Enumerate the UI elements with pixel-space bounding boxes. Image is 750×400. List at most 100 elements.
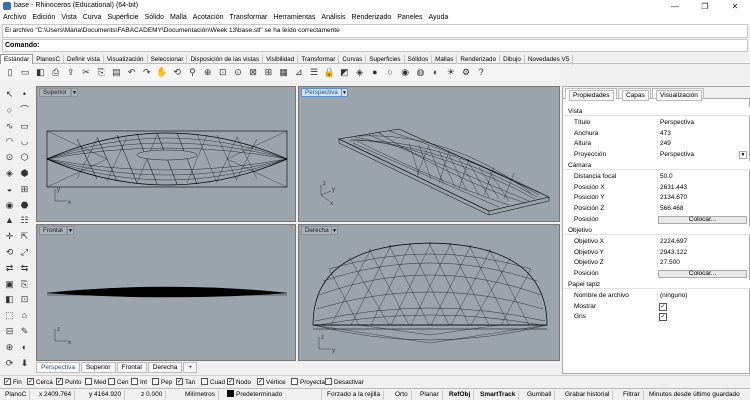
add-viewport-tab-icon[interactable]: + [183,362,198,373]
left-tool-22-icon[interactable]: ⇄ [3,262,16,275]
menu-item-7[interactable]: Acotación [190,13,227,21]
new-file-icon[interactable]: ▯ [4,66,16,78]
left-tool-5-icon[interactable]: ▭ [18,120,31,133]
left-tool-35-icon[interactable]: ⬇ [18,357,31,370]
command-input[interactable] [43,41,745,50]
left-tool-27-icon[interactable]: ⊡ [18,293,31,306]
left-tool-30-icon[interactable]: ⊟ [3,325,16,338]
rendered-sphere-icon[interactable]: ◍ [414,66,426,78]
import-icon[interactable]: ⇪ [65,66,77,78]
left-tool-28-icon[interactable]: ⬚ [3,309,16,322]
viewport-top[interactable]: y x Superior ▼ [36,86,296,222]
pan-icon[interactable]: ✋ [156,66,168,78]
menu-item-9[interactable]: Herramientas [270,13,318,21]
osnap-0[interactable]: ✓ Fin [4,377,22,387]
status-gumball[interactable]: Gumball [524,390,556,400]
viewport-tab-1[interactable]: Superior [80,362,116,373]
osnap-4[interactable]: Cen [108,377,129,387]
viewport-menu-caret-icon[interactable]: ▼ [331,226,338,235]
grid-icon[interactable]: ▦ [278,66,290,78]
redo-icon[interactable]: ↷ [141,66,153,78]
status-ortho[interactable]: Orto [392,390,412,400]
menu-item-6[interactable]: Malla [167,13,190,21]
left-tool-8-icon[interactable]: ⊙ [3,151,16,164]
osnap-checkbox[interactable]: ✓ [27,377,34,385]
osnap-8[interactable]: Cuad [201,377,225,387]
viewport-right[interactable]: z y Derecha ▼ [298,224,560,361]
left-tool-13-icon[interactable]: ⊞ [18,183,31,196]
left-tool-0-icon[interactable]: ↖ [3,88,16,101]
left-tool-17-icon[interactable]: ☷ [18,214,31,227]
zoom-extents-icon[interactable]: ⊡ [217,66,229,78]
zoom-all-icon[interactable]: ⊠ [247,66,259,78]
left-tool-11-icon[interactable]: ⬢ [18,167,31,180]
osnap-12[interactable]: Desactivar [325,377,364,387]
viewport-menu-caret-icon[interactable]: ▼ [71,88,78,97]
viewport-title-front[interactable]: Frontal [39,226,67,235]
status-osnap[interactable]: RefObj [446,390,475,400]
left-tool-4-icon[interactable]: ∿ [3,120,16,133]
osnap-7[interactable]: ✓ Tan [176,377,195,387]
left-tool-25-icon[interactable]: ⎘ [18,278,31,291]
osnap-checkbox[interactable] [325,377,332,385]
osnap-checkbox[interactable] [108,377,115,385]
maximize-button[interactable]: ❐ [692,0,718,13]
viewport-title-perspective[interactable]: Perspectiva [301,88,342,97]
four-viewports-icon[interactable]: ⊞ [262,66,274,78]
menu-item-1[interactable]: Edición [29,13,58,21]
viewport-title-right[interactable]: Derecha [301,226,333,235]
osnap-9[interactable]: ✓ Nodo [227,377,251,387]
osnap-2[interactable]: ✓ Punto [56,377,81,387]
menu-item-3[interactable]: Curva [80,13,105,21]
toolbar-tab-0[interactable]: Estándar [0,54,34,64]
prop-checkbox[interactable]: ✓ [659,302,667,311]
zoom-window-icon[interactable]: ⊕ [202,66,214,78]
left-tool-7-icon[interactable]: ◡ [18,135,31,148]
menu-item-12[interactable]: Paneles [394,13,425,21]
osnap-checkbox[interactable]: ✓ [4,377,11,385]
left-tool-1-icon[interactable]: • [18,88,31,101]
copy-icon[interactable]: ⎘ [95,66,107,78]
left-tool-6-icon[interactable]: ◠ [3,135,16,148]
ghosted-sphere-icon[interactable]: ◐ [430,66,442,78]
prop-checkbox[interactable]: ✓ [659,313,667,322]
osnap-5[interactable]: Int [131,377,147,387]
viewport-title-top[interactable]: Superior [39,88,71,97]
osnap-3[interactable]: Med [85,377,106,387]
left-tool-2-icon[interactable]: ○ [3,104,16,117]
left-tool-15-icon[interactable]: ⬣ [18,199,31,212]
left-tool-26-icon[interactable]: ◧ [3,293,16,306]
left-tool-19-icon[interactable]: ⇱ [18,230,31,243]
left-tool-12-icon[interactable]: ◒ [3,183,16,196]
open-icon[interactable]: ▭ [19,66,31,78]
left-tool-33-icon[interactable]: ◐ [18,341,31,354]
menu-item-11[interactable]: Renderizado [349,13,395,21]
wire-sphere-icon[interactable]: ○ [384,66,396,78]
left-tool-23-icon[interactable]: ⇆ [18,262,31,275]
left-tool-16-icon[interactable]: ▲ [3,214,16,227]
menu-item-8[interactable]: Transformar [227,13,271,21]
status-cplane[interactable]: PlanoC [2,390,31,400]
left-tool-24-icon[interactable]: ▣ [3,278,16,291]
print-icon[interactable]: ⎙ [50,66,62,78]
left-tool-31-icon[interactable]: ✎ [18,325,31,338]
projection-dropdown-icon[interactable]: ▼ [739,151,747,160]
menu-item-5[interactable]: Sólido [142,13,167,21]
light-icon[interactable]: ☀ [445,66,457,78]
tools-icon[interactable]: ⚙ [460,66,472,78]
minimize-button[interactable]: — [662,0,688,13]
zoom-selected-icon[interactable]: ⊙ [232,66,244,78]
osnap-checkbox[interactable]: ✓ [176,377,183,385]
place-button[interactable]: Colocar... [658,215,747,224]
left-tool-18-icon[interactable]: ✛ [3,230,16,243]
properties-icon[interactable]: ◩ [338,66,350,78]
shaded-sphere-icon[interactable]: ◉ [399,66,411,78]
place-button[interactable]: Colocar... [658,270,747,279]
lock-icon[interactable]: 🔒 [323,66,335,78]
layer-icon[interactable]: ☰ [308,66,320,78]
osnap-11[interactable]: Proyectar [291,377,327,387]
osnap-checkbox[interactable] [85,377,92,385]
viewport-tab-3[interactable]: Derecha [147,362,183,373]
status-layer[interactable]: Predeterminado [224,389,322,400]
status-history[interactable]: Grabar historial [562,390,614,400]
